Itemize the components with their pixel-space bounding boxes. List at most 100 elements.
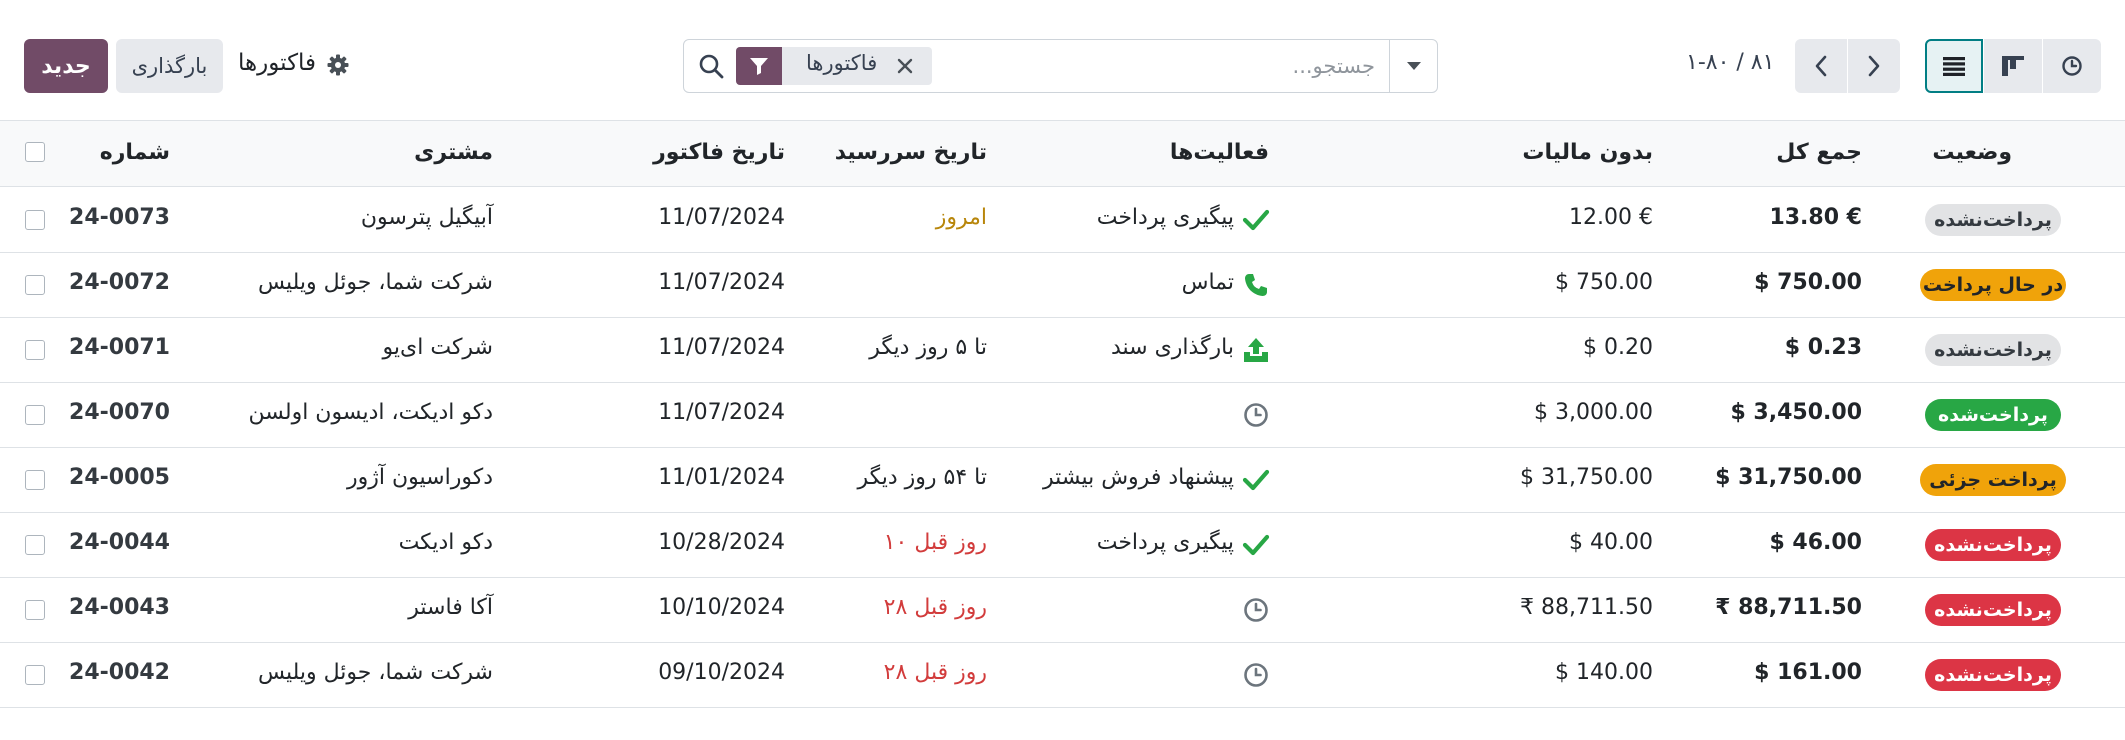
total-cell: $ 31,750.00 — [1715, 465, 1862, 490]
due-date-cell: ۲۸ روز قبل — [883, 595, 987, 620]
status-badge: در حال پرداخت — [1920, 269, 2066, 301]
customer-cell: دکو ادیکت، ادیسون اولسن — [248, 400, 494, 425]
status-badge: پرداخت‌شده — [1925, 399, 2061, 431]
row-checkbox[interactable] — [25, 470, 45, 490]
list-view-button[interactable] — [1925, 39, 1983, 93]
chevron-down-icon[interactable] — [1390, 40, 1437, 92]
due-date-cell: ۲۸ روز قبل — [883, 660, 987, 685]
list-icon — [1943, 57, 1965, 76]
column-invoice-date[interactable]: تاریخ فاکتور — [653, 140, 785, 165]
search-icon[interactable] — [697, 52, 725, 80]
pager-next-button[interactable] — [1848, 39, 1900, 93]
pager-previous-button[interactable] — [1795, 39, 1847, 93]
clock-icon[interactable] — [1242, 401, 1270, 429]
activity-summary: پیگیری پرداخت — [1096, 205, 1234, 230]
activity-summary: بارگذاری سند — [1110, 335, 1234, 360]
customer-cell: شرکت شما، جوئل ویلیس — [257, 660, 493, 685]
invoice-number-cell: 24-0072 — [69, 270, 170, 295]
status-badge: پرداخت‌نشده — [1925, 594, 2061, 626]
close-icon[interactable] — [891, 52, 919, 80]
check-icon[interactable] — [1242, 206, 1270, 234]
column-customer[interactable]: مشتری — [414, 140, 493, 165]
untaxed-cell: 12.00 € — [1569, 205, 1653, 230]
due-date-cell: تا ۵۴ روز دیگر — [857, 465, 987, 490]
facet-label: فاکتورها — [806, 51, 878, 75]
search-input[interactable] — [945, 50, 1375, 82]
due-date-cell: ۱۰ روز قبل — [883, 530, 987, 555]
column-status[interactable]: وضعیت — [1932, 140, 2012, 165]
clock-icon — [2062, 56, 2082, 76]
breadcrumb: فاکتورها — [238, 50, 317, 76]
total-cell: $ 0.23 — [1784, 335, 1862, 360]
upload-button[interactable]: بارگذاری — [116, 39, 223, 93]
invoice-date-cell: 10/10/2024 — [658, 595, 785, 620]
select-all-checkbox[interactable] — [25, 142, 45, 162]
column-total[interactable]: جمع کل — [1776, 140, 1862, 165]
invoice-number-cell: 24-0073 — [69, 205, 170, 230]
due-date-cell: امروز — [935, 205, 987, 230]
untaxed-cell: $ 40.00 — [1569, 530, 1653, 555]
new-button[interactable]: جدید — [24, 39, 108, 93]
customer-cell: شرکت شما، جوئل ویلیس — [257, 270, 493, 295]
clock-icon[interactable] — [1242, 661, 1270, 689]
row-checkbox[interactable] — [25, 600, 45, 620]
invoice-number-cell: 24-0071 — [69, 335, 170, 360]
untaxed-cell: $ 31,750.00 — [1520, 465, 1653, 490]
invoice-date-cell: 11/01/2024 — [658, 465, 785, 490]
column-due-date[interactable]: تاریخ سررسید — [835, 140, 987, 165]
untaxed-cell: $ 140.00 — [1555, 660, 1653, 685]
row-checkbox[interactable] — [25, 340, 45, 360]
customer-cell: دکوراسیون آژور — [347, 465, 493, 490]
row-checkbox[interactable] — [25, 535, 45, 555]
total-cell: $ 46.00 — [1769, 530, 1862, 555]
chevron-left-icon — [1815, 55, 1827, 77]
untaxed-cell: ₹ 88,711.50 — [1520, 595, 1653, 620]
activity-summary: پیشنهاد فروش بیشتر — [1043, 465, 1234, 490]
total-cell: $ 750.00 — [1754, 270, 1862, 295]
invoice-date-cell: 09/10/2024 — [658, 660, 785, 685]
status-badge: پرداخت جزئی — [1920, 464, 2066, 496]
row-checkbox[interactable] — [25, 275, 45, 295]
total-cell: ₹ 88,711.50 — [1715, 595, 1862, 620]
invoice-number-cell: 24-0043 — [69, 595, 170, 620]
row-checkbox[interactable] — [25, 405, 45, 425]
column-activities[interactable]: فعالیت‌ها — [1170, 140, 1269, 165]
check-icon[interactable] — [1242, 531, 1270, 559]
status-badge: پرداخت‌نشده — [1925, 659, 2061, 691]
status-badge: پرداخت‌نشده — [1925, 334, 2061, 366]
chevron-right-icon — [1868, 55, 1880, 77]
check-icon[interactable] — [1242, 466, 1270, 494]
gear-icon[interactable] — [326, 53, 350, 77]
kanban-view-button[interactable] — [1984, 39, 2042, 93]
customer-cell: آبیگیل پترسون — [360, 205, 493, 230]
column-number[interactable]: شماره — [100, 140, 170, 165]
column-untaxed[interactable]: بدون مالیات — [1522, 140, 1653, 165]
activity-summary: پیگیری پرداخت — [1096, 530, 1234, 555]
customer-cell: شرکت ای‌یو — [382, 335, 493, 360]
activity-summary: تماس — [1181, 270, 1234, 295]
activity-view-button[interactable] — [2043, 39, 2101, 93]
invoice-date-cell: 11/07/2024 — [658, 335, 785, 360]
row-checkbox[interactable] — [25, 210, 45, 230]
untaxed-cell: $ 750.00 — [1555, 270, 1653, 295]
invoice-date-cell: 11/07/2024 — [658, 205, 785, 230]
invoice-date-cell: 11/07/2024 — [658, 400, 785, 425]
phone-icon[interactable] — [1242, 271, 1270, 299]
invoice-date-cell: 11/07/2024 — [658, 270, 785, 295]
upload-icon[interactable] — [1242, 336, 1270, 364]
clock-icon[interactable] — [1242, 596, 1270, 624]
customer-cell: دکو ادیکت — [398, 530, 493, 555]
total-cell: $ 3,450.00 — [1730, 400, 1862, 425]
invoice-number-cell: 24-0044 — [69, 530, 170, 555]
invoice-number-cell: 24-0070 — [69, 400, 170, 425]
status-badge: پرداخت‌نشده — [1925, 204, 2061, 236]
total-cell: 13.80 € — [1769, 205, 1862, 230]
row-checkbox[interactable] — [25, 665, 45, 685]
kanban-icon — [2002, 56, 2024, 76]
pager-value[interactable]: ۱-۸۰ / ۸۱ — [1686, 50, 1774, 75]
due-date-cell: تا ۵ روز دیگر — [869, 335, 987, 360]
customer-cell: آکا فاستر — [408, 595, 493, 620]
invoice-date-cell: 10/28/2024 — [658, 530, 785, 555]
invoice-number-cell: 24-0042 — [69, 660, 170, 685]
filter-icon — [736, 47, 782, 85]
